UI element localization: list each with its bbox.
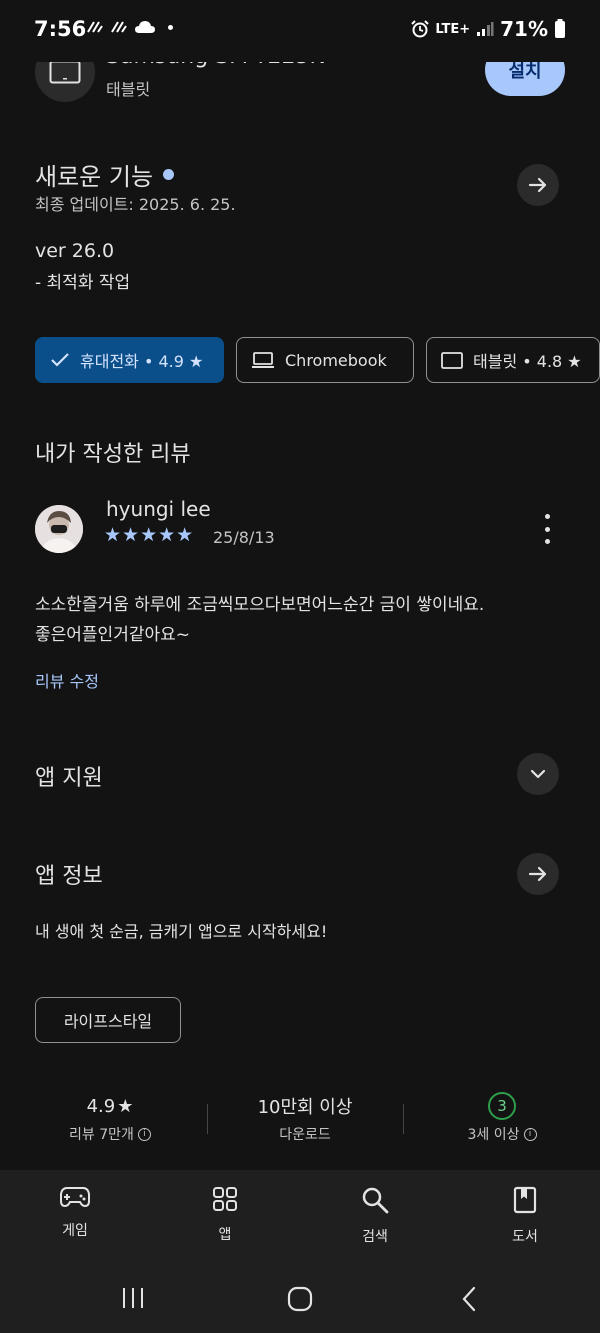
- system-navigation: [0, 1262, 600, 1333]
- back-icon: [462, 1286, 476, 1312]
- stat-rating-value-row: 4.9 ★: [10, 1090, 210, 1122]
- dot-icon: [168, 24, 173, 30]
- arrow-right-icon: [528, 177, 547, 193]
- review-date: 25/8/13: [213, 528, 275, 547]
- app-support-title: 앱 지원: [35, 766, 103, 791]
- bottom-navigation: 게임 앱 검색 도서: [0, 1170, 600, 1262]
- review-text: 소소한즐거움 하루에 조금씩모으다보면어느순간 금이 쌓이네요. 좋은어플인거같…: [35, 590, 575, 650]
- cloud-icon: [135, 21, 155, 33]
- age-rating-badge: 3: [488, 1092, 516, 1120]
- info-icon: i: [137, 1127, 151, 1141]
- recent-apps-icon: [123, 1288, 143, 1308]
- app-description: 내 생애 첫 순금, 금캐기 앱으로 시작하세요!: [35, 922, 328, 941]
- rating-star-icon: ★: [117, 1095, 134, 1117]
- more-options-button[interactable]: [540, 514, 554, 544]
- app-info-arrow-button[interactable]: [517, 853, 559, 895]
- rating-value: 4.9: [86, 1095, 116, 1117]
- avatar: [35, 505, 83, 553]
- cell-signal-icon: [477, 22, 494, 36]
- edit-review-link[interactable]: 리뷰 수정: [35, 668, 99, 692]
- battery-percent: 71%: [500, 17, 548, 41]
- release-notes: - 최적화 작업: [35, 273, 131, 293]
- status-bar: 7:56 LTE+ 71%: [0, 0, 600, 62]
- chip-phone-label: 휴대전화 • 4.9 ★: [80, 352, 204, 371]
- stat-rating-label-row: 리뷰 7만개 i: [10, 1124, 210, 1144]
- status-right: LTE+ 71%: [411, 17, 566, 41]
- nav-search-label: 검색: [362, 1229, 388, 1245]
- nav-search[interactable]: 검색: [335, 1186, 415, 1246]
- last-updated: 최종 업데이트: 2025. 6. 25.: [35, 195, 236, 214]
- app-info-title: 앱 정보: [35, 864, 103, 889]
- tablet-icon: [441, 351, 463, 369]
- recent-apps-button[interactable]: [121, 1286, 145, 1310]
- nav-books[interactable]: 도서: [485, 1186, 565, 1246]
- stat-downloads: 10만회 이상 다운로드: [205, 1090, 405, 1144]
- age-rating-badge-row: 3: [402, 1090, 600, 1122]
- chip-tablet-label: 태블릿 • 4.8 ★: [473, 352, 582, 371]
- age-rating-label: 3세 이상: [467, 1127, 520, 1143]
- age-rating-label-row: 3세 이상 i: [402, 1124, 600, 1144]
- whats-new-title: 새로운 기능: [35, 157, 175, 192]
- chip-tablet[interactable]: 태블릿 • 4.8 ★: [426, 337, 600, 383]
- reviewer-name: hyungi lee: [106, 497, 211, 521]
- chip-phone[interactable]: 휴대전화 • 4.9 ★: [35, 337, 224, 383]
- arrow-right-icon: [528, 866, 547, 882]
- nav-games[interactable]: 게임: [35, 1186, 115, 1240]
- nav-games-label: 게임: [62, 1223, 88, 1239]
- downloads-label: 다운로드: [279, 1127, 331, 1143]
- apps-grid-icon: [213, 1187, 237, 1211]
- review-stars: ★★★★★: [104, 524, 195, 546]
- battery-icon: [555, 19, 565, 38]
- review-text-line: 소소한즐거움 하루에 조금씩모으다보면어느순간 금이 쌓이네요.: [35, 595, 485, 615]
- stat-age-rating[interactable]: 3 3세 이상 i: [402, 1090, 600, 1144]
- home-button[interactable]: [287, 1286, 313, 1312]
- check-icon: [51, 353, 69, 367]
- chevron-down-icon: [530, 769, 546, 779]
- avatar-image: [35, 505, 83, 553]
- kebab-dot: [544, 539, 550, 544]
- info-icon: i: [523, 1127, 537, 1141]
- laptop-icon: [252, 352, 274, 368]
- chip-chromebook[interactable]: Chromebook: [236, 337, 414, 383]
- new-indicator-dot: [163, 169, 175, 180]
- whats-new-arrow-button[interactable]: [517, 164, 559, 206]
- gamepad-icon: [60, 1187, 90, 1208]
- version-text: ver 26.0: [35, 240, 115, 262]
- downloads-value: 10만회 이상: [257, 1097, 353, 1118]
- status-time: 7:56: [34, 17, 87, 41]
- home-icon: [287, 1286, 313, 1312]
- nav-apps-label: 앱: [218, 1227, 232, 1243]
- kebab-dot: [544, 526, 550, 532]
- stats-row: 4.9 ★ 리뷰 7만개 i 10만회 이상 다운로드 3 3세 이상 i: [0, 1090, 600, 1150]
- alarm-icon: [411, 20, 430, 38]
- my-review-title: 내가 작성한 리뷰: [35, 442, 191, 467]
- signal-activity-icon: [111, 21, 127, 33]
- app-support-expand-button[interactable]: [517, 753, 559, 795]
- category-chip[interactable]: 라이프스타일: [35, 997, 181, 1043]
- nav-books-label: 도서: [512, 1229, 538, 1245]
- nav-apps[interactable]: 앱: [185, 1186, 265, 1244]
- tablet-icon: [49, 60, 81, 84]
- status-notification-icons: [86, 20, 173, 34]
- signal-activity-icon: [87, 21, 103, 33]
- device-type: 태블릿: [106, 80, 151, 99]
- search-icon: [362, 1187, 389, 1214]
- whats-new-title-text: 새로운 기능: [35, 163, 154, 191]
- review-count: 리뷰 7만개: [69, 1127, 134, 1143]
- review-text-line: 좋은어플인거같아요~: [35, 625, 191, 645]
- stat-rating[interactable]: 4.9 ★ 리뷰 7만개 i: [10, 1090, 210, 1144]
- book-icon: [513, 1186, 537, 1214]
- kebab-dot: [544, 514, 550, 519]
- back-button[interactable]: [460, 1286, 478, 1312]
- chip-chromebook-label: Chromebook: [285, 350, 387, 370]
- network-type: LTE+: [435, 21, 471, 37]
